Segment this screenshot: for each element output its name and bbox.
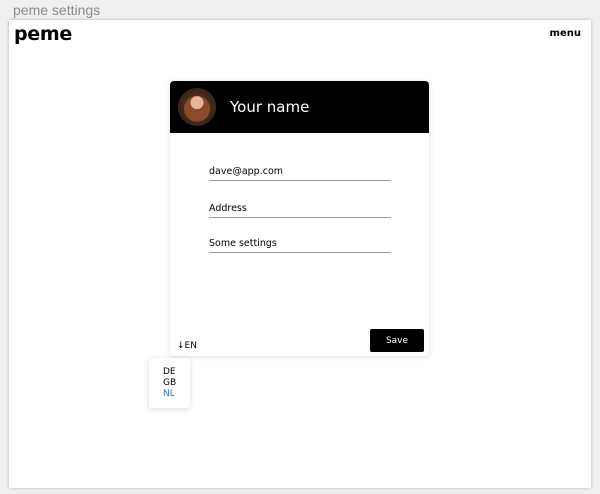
menu-button[interactable]: menu [550,28,581,39]
email-field[interactable]: dave@app.com [209,166,391,181]
settings-field[interactable]: Some settings [209,238,391,253]
language-dropdown: DE GB NL [149,358,190,408]
language-option-nl[interactable]: NL [163,389,190,400]
avatar[interactable] [178,88,216,126]
page: peme menu Your name dave@app.com Address… [9,20,591,488]
app-logo[interactable]: peme [14,23,72,45]
language-selector[interactable]: ↓EN [177,341,197,351]
profile-card: Your name dave@app.com Address Some sett… [170,81,429,356]
profile-name: Your name [230,98,310,116]
profile-header: Your name [170,81,429,133]
address-field[interactable]: Address [209,203,391,218]
window-title: peme settings [13,2,101,18]
language-option-de[interactable]: DE [163,367,190,378]
save-button[interactable]: Save [370,329,424,352]
language-option-gb[interactable]: GB [163,378,190,389]
